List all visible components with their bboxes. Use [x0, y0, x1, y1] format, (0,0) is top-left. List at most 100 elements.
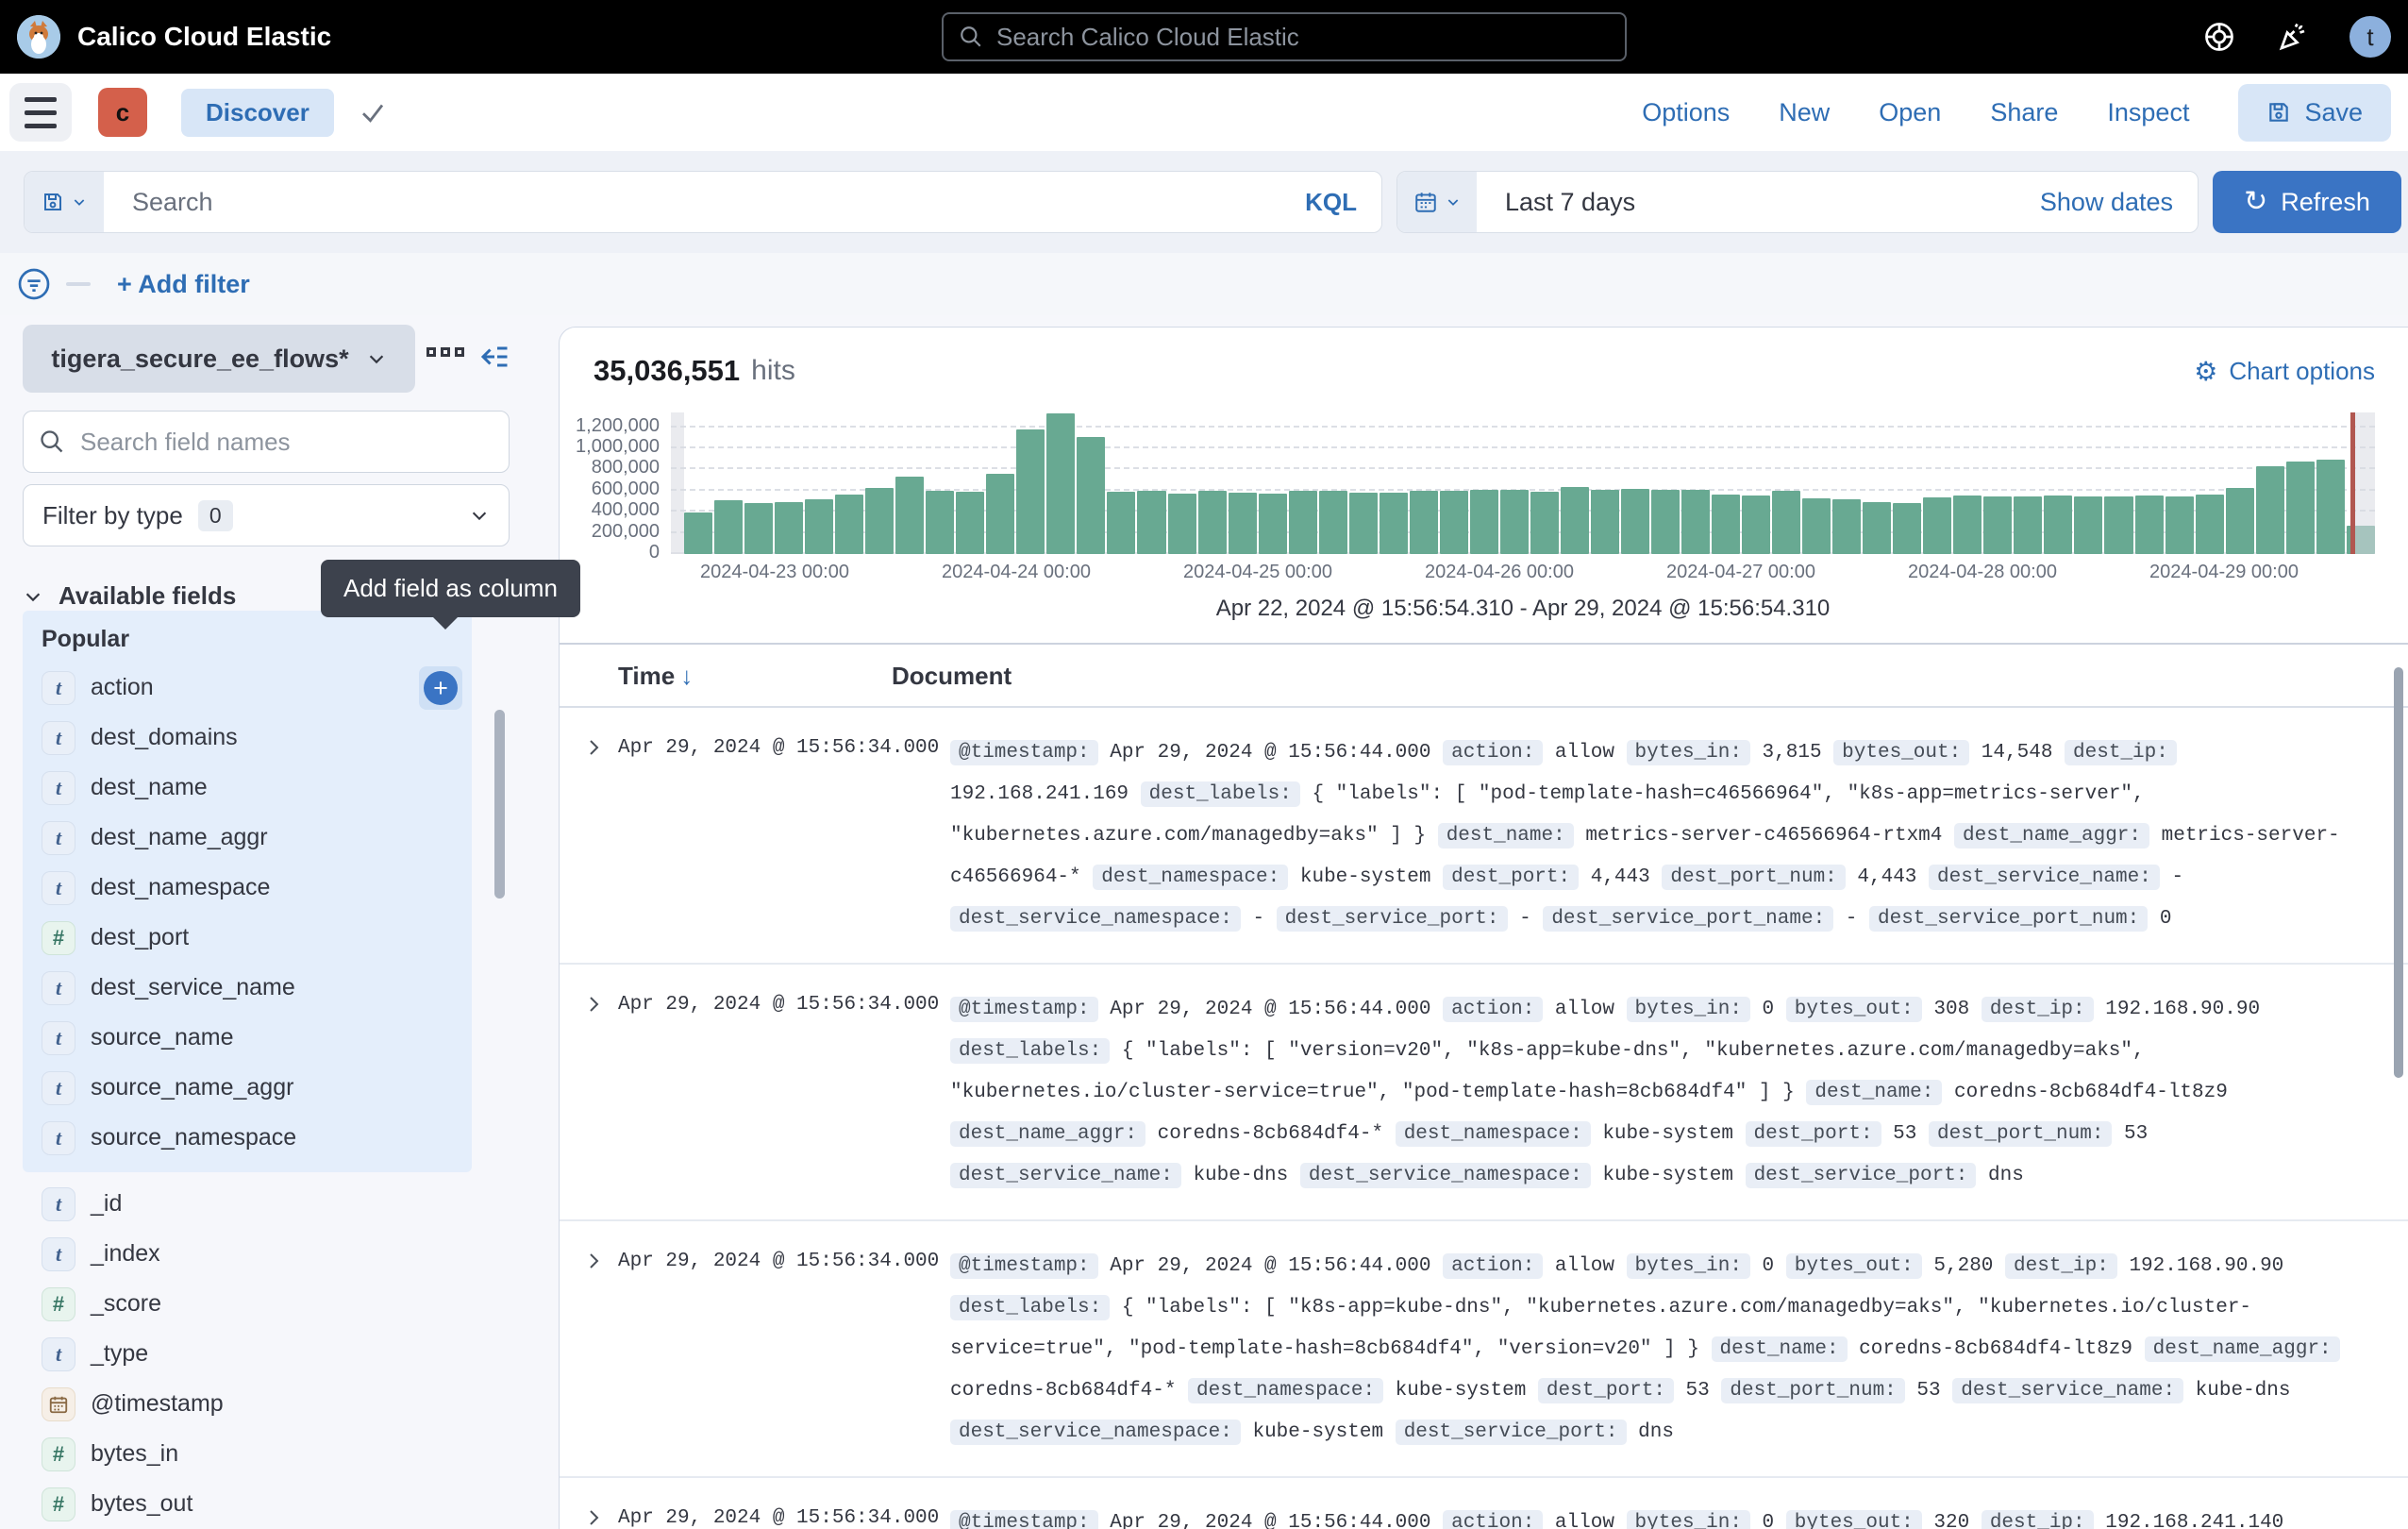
- histogram-bar[interactable]: [1681, 490, 1710, 554]
- histogram-bar[interactable]: [1983, 496, 2012, 554]
- field-item-source_name[interactable]: tsource_name: [23, 1013, 472, 1063]
- sidebar-scrollbar[interactable]: [494, 710, 505, 899]
- histogram-bar[interactable]: [986, 474, 1014, 554]
- histogram-bar[interactable]: [1016, 429, 1045, 554]
- collapse-sidebar-icon[interactable]: [477, 340, 511, 374]
- inspect-button[interactable]: Inspect: [2107, 98, 2189, 127]
- user-avatar[interactable]: t: [2349, 16, 2391, 58]
- date-picker[interactable]: Last 7 days Show dates: [1396, 171, 2199, 233]
- expand-row-icon[interactable]: [560, 732, 618, 940]
- help-icon[interactable]: [2202, 20, 2236, 54]
- add-field-as-column-button[interactable]: +: [419, 666, 462, 710]
- field-item-_type[interactable]: t_type: [23, 1329, 472, 1379]
- expand-row-icon[interactable]: [560, 989, 618, 1197]
- saved-query-menu-button[interactable]: [25, 172, 104, 232]
- histogram-plot[interactable]: [671, 412, 2375, 554]
- histogram-bar[interactable]: [835, 495, 863, 554]
- histogram-bar[interactable]: [956, 492, 984, 554]
- refresh-button[interactable]: ↻ Refresh: [2213, 171, 2401, 233]
- row-document[interactable]: @timestamp: Apr 29, 2024 @ 15:56:44.000 …: [950, 732, 2408, 940]
- histogram-bar[interactable]: [2316, 460, 2345, 554]
- time-column-header[interactable]: Time↓: [560, 662, 892, 691]
- add-filter-button[interactable]: + Add filter: [117, 270, 250, 299]
- field-item-dest_service_name[interactable]: tdest_service_name: [23, 963, 472, 1013]
- new-button[interactable]: New: [1779, 98, 1830, 127]
- histogram-bar[interactable]: [1500, 490, 1529, 554]
- histogram-bar[interactable]: [1440, 491, 1468, 554]
- chart-options-button[interactable]: ⚙ Chart options: [2194, 356, 2375, 387]
- histogram-bar[interactable]: [1893, 503, 1921, 554]
- whats-new-icon[interactable]: [2276, 20, 2310, 54]
- field-item-bytes_out[interactable]: #bytes_out: [23, 1479, 472, 1529]
- histogram-bar[interactable]: [1651, 490, 1680, 554]
- open-button[interactable]: Open: [1879, 98, 1941, 127]
- histogram-bar[interactable]: [1349, 493, 1378, 554]
- histogram-bar[interactable]: [2104, 496, 2132, 554]
- histogram-bar[interactable]: [1229, 493, 1257, 554]
- histogram-bar[interactable]: [865, 488, 894, 554]
- histogram-bar[interactable]: [1561, 487, 1589, 554]
- histogram-bar[interactable]: [2074, 496, 2102, 554]
- breadcrumb-discover[interactable]: Discover: [181, 89, 334, 137]
- histogram-bar[interactable]: [775, 502, 803, 554]
- histogram-bar[interactable]: [1621, 489, 1649, 554]
- filter-icon[interactable]: [15, 265, 53, 303]
- field-filter-options-icon[interactable]: [426, 347, 464, 357]
- histogram-bar[interactable]: [1863, 502, 1891, 554]
- histogram-bar[interactable]: [1046, 413, 1075, 554]
- histogram-bar[interactable]: [714, 500, 743, 554]
- histogram-bar[interactable]: [2226, 488, 2254, 554]
- row-document[interactable]: @timestamp: Apr 29, 2024 @ 15:56:44.000 …: [950, 1246, 2408, 1453]
- options-button[interactable]: Options: [1642, 98, 1730, 127]
- global-search-input[interactable]: Search Calico Cloud Elastic: [942, 12, 1627, 61]
- available-fields-header[interactable]: Available fields: [23, 581, 236, 611]
- histogram-bar[interactable]: [1923, 497, 1951, 554]
- histogram-bar[interactable]: [1380, 493, 1408, 554]
- histogram-bar[interactable]: [2166, 496, 2194, 554]
- query-language-button[interactable]: KQL: [1305, 188, 1357, 217]
- histogram-bar[interactable]: [926, 491, 954, 554]
- histogram-bar[interactable]: [1198, 491, 1227, 554]
- histogram-bar[interactable]: [2135, 496, 2164, 554]
- save-button[interactable]: Save: [2238, 84, 2391, 142]
- space-badge[interactable]: c: [98, 88, 147, 137]
- histogram-bar[interactable]: [1137, 491, 1165, 554]
- index-pattern-selector[interactable]: tigera_secure_ee_flows*: [23, 325, 415, 393]
- field-search-input[interactable]: Search field names: [23, 411, 510, 473]
- histogram-bar[interactable]: [1832, 499, 1861, 554]
- field-item-_id[interactable]: t_id: [23, 1179, 472, 1229]
- histogram-bar[interactable]: [1410, 491, 1438, 554]
- field-item-dest_name_aggr[interactable]: tdest_name_aggr: [23, 813, 472, 863]
- menu-toggle-button[interactable]: [9, 83, 72, 142]
- expand-row-icon[interactable]: [560, 1503, 618, 1529]
- histogram-bar[interactable]: [2286, 462, 2315, 555]
- histogram-bar[interactable]: [805, 499, 833, 554]
- field-item-dest_domains[interactable]: tdest_domains: [23, 713, 472, 763]
- histogram-bar[interactable]: [1259, 494, 1287, 554]
- histogram-bar[interactable]: [1772, 491, 1800, 554]
- field-item-dest_name[interactable]: tdest_name: [23, 763, 472, 813]
- histogram-bar[interactable]: [895, 477, 924, 554]
- row-document[interactable]: @timestamp: Apr 29, 2024 @ 15:56:44.000 …: [950, 1503, 2408, 1529]
- time-range-value[interactable]: Last 7 days: [1505, 188, 1635, 217]
- filter-by-type-select[interactable]: Filter by type 0: [23, 484, 510, 546]
- histogram-bar[interactable]: [1289, 491, 1317, 554]
- histogram-bar[interactable]: [1107, 492, 1135, 554]
- field-item-_score[interactable]: #_score: [23, 1279, 472, 1329]
- row-document[interactable]: @timestamp: Apr 29, 2024 @ 15:56:44.000 …: [950, 989, 2408, 1197]
- field-item-bytes_in[interactable]: #bytes_in: [23, 1429, 472, 1479]
- query-input[interactable]: Search KQL: [24, 171, 1382, 233]
- histogram-bar[interactable]: [1530, 492, 1559, 554]
- histogram-bar[interactable]: [684, 512, 712, 554]
- histogram-bar[interactable]: [1077, 437, 1105, 554]
- date-quick-menu-button[interactable]: [1397, 172, 1477, 232]
- histogram-bar[interactable]: [1470, 490, 1498, 554]
- show-dates-button[interactable]: Show dates: [2040, 188, 2173, 217]
- histogram-bar[interactable]: [1802, 498, 1831, 554]
- histogram-bar[interactable]: [1168, 494, 1196, 554]
- histogram-bar[interactable]: [2044, 496, 2072, 554]
- share-button[interactable]: Share: [1990, 98, 2058, 127]
- field-item-dest_namespace[interactable]: tdest_namespace: [23, 863, 472, 913]
- histogram-bar[interactable]: [1591, 490, 1619, 554]
- histogram-bar[interactable]: [2196, 495, 2224, 554]
